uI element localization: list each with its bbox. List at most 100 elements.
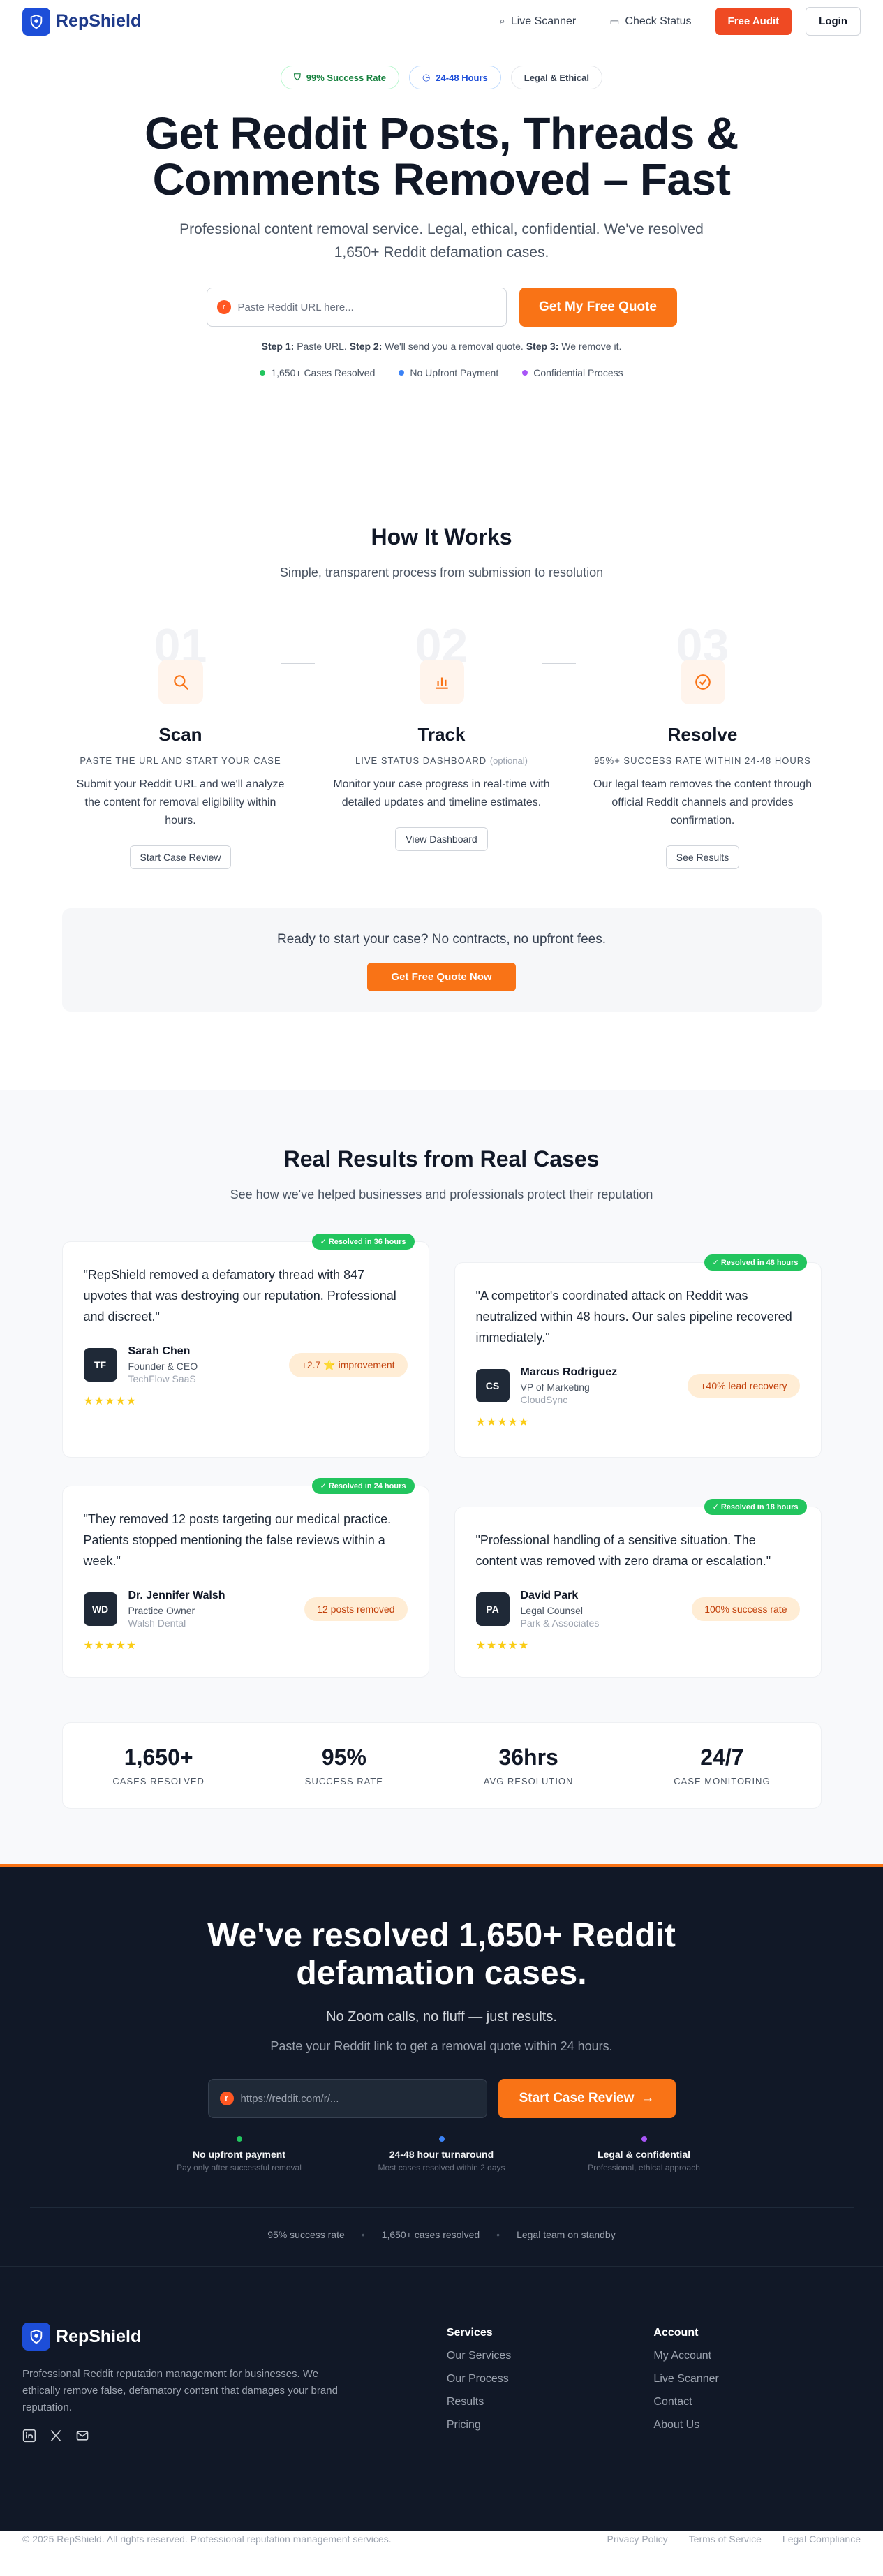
green-dot-icon	[260, 370, 266, 376]
get-quote-button[interactable]: Get My Free Quote	[519, 288, 677, 327]
testimonial-quote: "A competitor's coordinated attack on Re…	[475, 1289, 792, 1345]
resolved-label: Resolved in 36 hours	[328, 1238, 406, 1246]
footer-description: Professional Reddit reputation managemen…	[22, 2368, 338, 2413]
cta-url-form: r https://reddit.com/r/... Start Case Re…	[0, 2079, 883, 2118]
result-metric: 12 posts removed	[304, 1597, 408, 1621]
privacy-policy-link[interactable]: Privacy Policy	[607, 2533, 668, 2545]
stat-label: CASES RESOLVED	[112, 1776, 205, 1786]
process-steps: Step 1: Paste URL. Step 2: We'll send yo…	[0, 341, 883, 352]
step-description: Submit your Reddit URL and we'll analyze…	[76, 778, 285, 827]
purple-dot-icon	[641, 2136, 647, 2142]
author-company: CloudSync	[520, 1394, 568, 1405]
see-results-button[interactable]: See Results	[665, 845, 740, 869]
step-tagline: LIVE STATUS DASHBOARD (optional)	[330, 755, 554, 766]
top-nav: RepShield ⌕ Live Scanner ▭ Check Status …	[0, 0, 883, 43]
feature-title: Legal & confidential	[597, 2149, 690, 2160]
legal-links: Privacy Policy Terms of Service Legal Co…	[607, 2533, 861, 2545]
start-case-review-button[interactable]: Start Case Review	[129, 845, 232, 869]
footer-link[interactable]: Results	[447, 2396, 654, 2408]
url-placeholder: Paste Reddit URL here...	[237, 301, 354, 313]
url-placeholder: https://reddit.com/r/...	[240, 2092, 339, 2105]
cta-line-1: No Zoom calls, no fluff — just results.	[326, 2009, 557, 2024]
stat-item: 36hrs AVG RESOLUTION	[484, 1745, 574, 1786]
footer-top: RepShield Professional Reddit reputation…	[22, 2323, 861, 2446]
stat-label: AVG RESOLUTION	[483, 1776, 574, 1786]
shield-icon: ⛉	[294, 72, 301, 82]
brand-name: RepShield	[56, 11, 142, 31]
feature-title: No upfront payment	[193, 2149, 285, 2160]
brand[interactable]: RepShield	[22, 7, 142, 36]
footer-services: Services Our Services Our Process Result…	[447, 2323, 654, 2446]
avatar: TF	[83, 1348, 117, 1382]
footer-link[interactable]: Our Services	[447, 2350, 654, 2362]
blue-dot-icon	[399, 370, 405, 376]
footer-link[interactable]: Pricing	[447, 2419, 654, 2431]
trust-label: 1,650+ Cases Resolved	[271, 367, 376, 378]
get-free-quote-button[interactable]: Get Free Quote Now	[367, 963, 516, 991]
step-track: 02 Track LIVE STATUS DASHBOARD (optional…	[330, 622, 554, 869]
results-section: Real Results from Real Cases See how we'…	[0, 1090, 883, 1864]
reddit-url-input[interactable]: r https://reddit.com/r/...	[207, 2079, 487, 2118]
footer-link[interactable]: Our Process	[447, 2373, 654, 2385]
green-dot-icon	[236, 2136, 242, 2142]
reddit-icon: r	[219, 2092, 234, 2105]
terms-link[interactable]: Terms of Service	[689, 2533, 762, 2545]
legal-compliance-link[interactable]: Legal Compliance	[782, 2533, 861, 2545]
live-scanner-link[interactable]: ⌕ Live Scanner	[489, 15, 586, 28]
feature-sub: Professional, ethical approach	[588, 2163, 700, 2172]
result-metric: 100% success rate	[692, 1597, 800, 1621]
linkedin-icon[interactable]	[22, 2429, 36, 2446]
reddit-icon: r	[216, 300, 231, 314]
footer-link[interactable]: Live Scanner	[653, 2373, 861, 2385]
footer-link[interactable]: About Us	[653, 2419, 861, 2431]
testimonial-quote: "They removed 12 posts targeting our med…	[83, 1512, 392, 1568]
badge-label: 24-48 Hours	[436, 72, 488, 83]
star-rating-icon: ★★★★★	[475, 1640, 530, 1652]
login-button[interactable]: Login	[806, 7, 861, 36]
search-icon	[158, 660, 203, 704]
stat-item: 24/7 CASE MONITORING	[674, 1745, 770, 1786]
step-3-label: Step 3:	[526, 341, 559, 352]
tag-text: LIVE STATUS DASHBOARD	[355, 755, 487, 766]
testimonial-card: ✓ Resolved in 24 hours "They removed 12 …	[61, 1478, 429, 1678]
step-2-label: Step 2:	[349, 341, 383, 352]
reddit-url-input[interactable]: r Paste Reddit URL here...	[206, 288, 507, 327]
start-case-review-button[interactable]: Start Case Review →	[498, 2079, 676, 2118]
avatar: CS	[475, 1369, 510, 1402]
result-metric: +40% lead recovery	[688, 1374, 800, 1398]
author-name: Marcus Rodriguez	[520, 1366, 618, 1378]
author-role: Practice Owner	[128, 1605, 195, 1616]
badge-label: Legal & Ethical	[524, 72, 589, 83]
step-tagline: PASTE THE URL AND START YOUR CASE	[69, 755, 292, 766]
x-twitter-icon[interactable]	[49, 2429, 63, 2446]
feature-sub: Pay only after successful removal	[177, 2163, 302, 2172]
footer-link[interactable]: My Account	[653, 2350, 861, 2362]
mail-icon[interactable]	[75, 2429, 89, 2446]
testimonial-card: ✓ Resolved in 36 hours "RepShield remove…	[61, 1234, 429, 1458]
author-name: David Park	[520, 1590, 579, 1601]
copyright: © 2025 RepShield. All rights reserved. P…	[22, 2533, 392, 2545]
separator: •	[496, 2229, 500, 2240]
step-scan: 01 Scan PASTE THE URL AND START YOUR CAS…	[69, 622, 292, 869]
author-info: Dr. Jennifer Walsh Practice Owner Walsh …	[128, 1590, 305, 1629]
divider	[29, 2207, 854, 2208]
step-title: Resolve	[667, 724, 738, 745]
free-audit-button[interactable]: Free Audit	[715, 8, 792, 35]
brand[interactable]: RepShield	[22, 2323, 427, 2351]
live-scanner-label: Live Scanner	[510, 15, 577, 27]
check-status-link[interactable]: ▭ Check Status	[600, 15, 701, 28]
footer-link[interactable]: Contact	[653, 2396, 861, 2408]
testimonial-card: ✓ Resolved in 18 hours "Professional han…	[454, 1499, 822, 1678]
step-title: Scan	[158, 724, 202, 745]
hero-url-form: r Paste Reddit URL here... Get My Free Q…	[0, 288, 883, 327]
star-rating-icon: ★★★★★	[83, 1640, 138, 1652]
trust-indicators: 1,650+ Cases Resolved No Upfront Payment…	[0, 367, 883, 378]
view-dashboard-button[interactable]: View Dashboard	[395, 827, 488, 851]
how-it-works-section: How It Works Simple, transparent process…	[0, 468, 883, 1090]
tag-optional: (optional)	[489, 755, 528, 766]
step-resolve: 03 Resolve 95%+ SUCCESS RATE WITHIN 24-4…	[591, 622, 815, 869]
mini-stat: Legal team on standby	[517, 2229, 616, 2240]
author-name: Dr. Jennifer Walsh	[128, 1590, 225, 1601]
section-subtitle: See how we've helped businesses and prof…	[230, 1187, 653, 1201]
cta-text: Ready to start your case? No contracts, …	[276, 932, 607, 947]
